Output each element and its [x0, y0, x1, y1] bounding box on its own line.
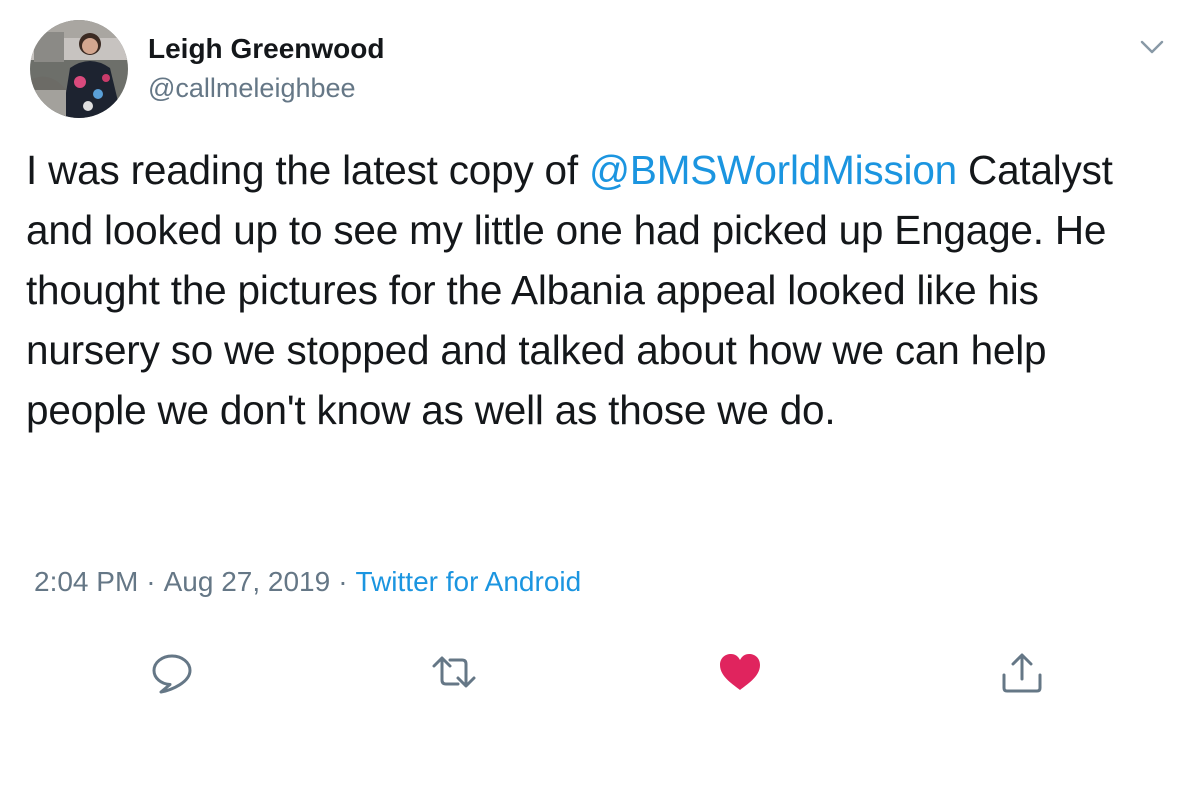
retweet-button[interactable] — [430, 648, 478, 696]
heart-icon — [720, 654, 760, 690]
avatar-photo — [30, 20, 128, 118]
share-button[interactable] — [998, 648, 1046, 696]
reply-button[interactable] — [148, 648, 196, 696]
tweet-date[interactable]: Aug 27, 2019 — [164, 566, 331, 597]
author-display-name[interactable]: Leigh Greenwood — [148, 32, 384, 66]
meta-separator: · — [146, 566, 156, 597]
author-handle[interactable]: @callmeleighbee — [148, 72, 356, 104]
tweet-text: I was reading the latest copy of @BMSWor… — [26, 140, 1166, 440]
tweet-time[interactable]: 2:04 PM — [34, 566, 138, 597]
tweet-text-start: I was reading the latest copy of — [26, 147, 589, 193]
more-options-chevron-down-icon[interactable] — [1136, 32, 1168, 60]
avatar[interactable] — [30, 20, 128, 118]
mention-link[interactable]: @BMSWorldMission — [589, 147, 957, 193]
retweet-icon — [432, 656, 476, 688]
tweet-source-link[interactable]: Twitter for Android — [356, 566, 582, 597]
share-icon — [1002, 653, 1042, 693]
reply-icon — [152, 654, 192, 694]
meta-separator: · — [338, 566, 348, 597]
like-button[interactable] — [716, 648, 764, 696]
tweet-meta: 2:04 PM · Aug 27, 2019 · Twitter for Android — [34, 562, 581, 602]
